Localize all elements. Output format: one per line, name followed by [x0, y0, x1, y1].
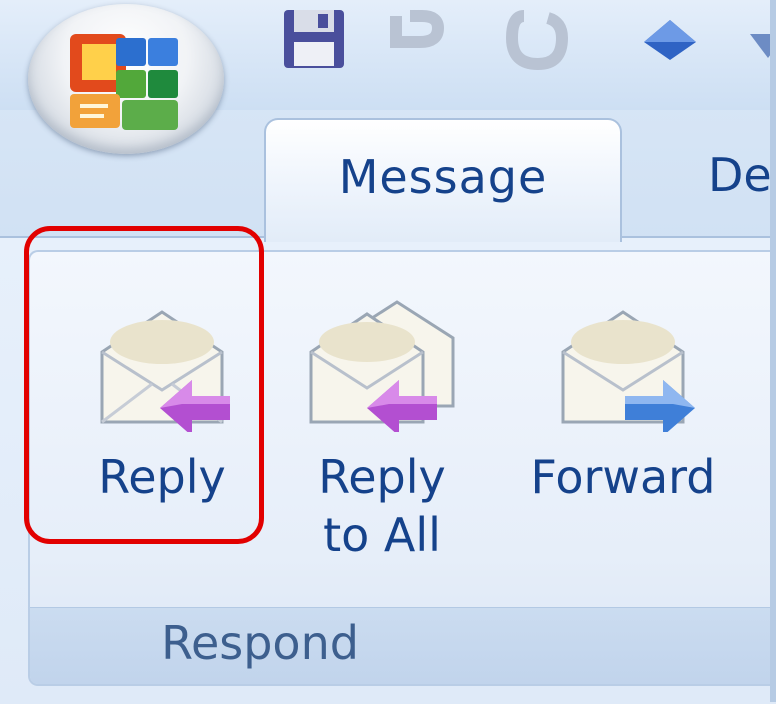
reply-highlight-annotation — [24, 226, 264, 544]
office-button[interactable] — [28, 4, 224, 154]
forward-label: Forward — [530, 450, 716, 504]
office-logo-icon — [70, 34, 178, 130]
save-icon[interactable] — [278, 8, 350, 72]
reply-to-all-label: Reply to All — [292, 448, 472, 564]
window-frame-edge — [770, 0, 776, 702]
reply-to-all-label-line1: Reply — [318, 450, 446, 504]
tab-message[interactable]: Message — [264, 118, 622, 242]
forward-icon — [561, 310, 695, 432]
reply-to-all-button[interactable]: Reply to All — [292, 292, 472, 564]
reply-to-all-label-line2: to All — [323, 508, 441, 562]
respond-group-label: Respond — [161, 616, 359, 670]
group-label-bar: Respond — [30, 607, 776, 684]
up-arrow-icon[interactable] — [640, 14, 700, 64]
reply-all-icon — [309, 300, 455, 432]
tab-design[interactable]: De — [708, 148, 772, 202]
tab-message-label: Message — [338, 150, 548, 204]
forward-button[interactable]: Forward — [498, 292, 748, 506]
redo-icon[interactable] — [504, 8, 574, 72]
undo-icon[interactable] — [382, 8, 452, 72]
